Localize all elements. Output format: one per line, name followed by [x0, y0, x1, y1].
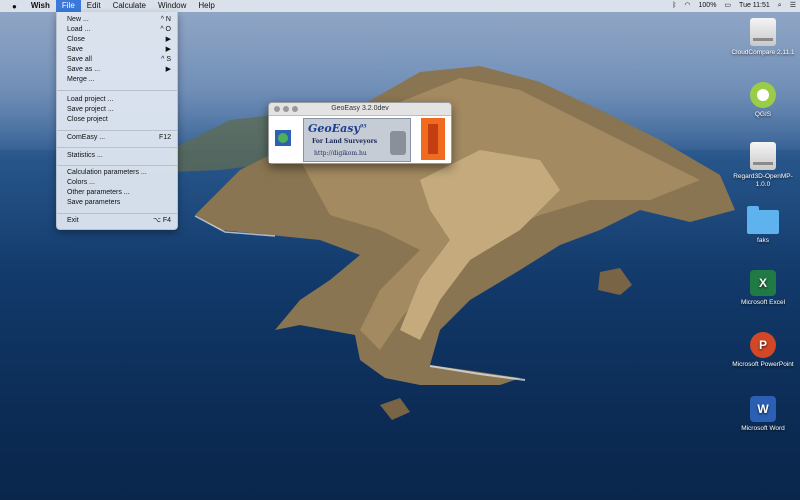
menu-help[interactable]: Help	[192, 0, 220, 12]
menu-item-new[interactable]: New ... ^ N	[67, 15, 171, 25]
close-window-button[interactable]	[274, 106, 280, 112]
menu-item-save-as[interactable]: Save as ... ▶	[67, 65, 171, 75]
menu-item-load-project[interactable]: Load project ...	[67, 95, 171, 105]
menu-item-comeasy[interactable]: ComEasy ... F12	[67, 133, 171, 143]
brand-tagline: For Land Surveyors	[312, 138, 378, 145]
desktop-icon-faks[interactable]: faks	[731, 206, 795, 245]
geoeasy-splash-window: GeoEasy 3.2.0dev GeoEasy95 For Land Surv…	[268, 102, 452, 164]
qgis-icon	[750, 82, 776, 108]
menu-separator	[57, 165, 177, 166]
desktop-icon-regard3d[interactable]: Regard3D-OpenMP-1.0.0	[731, 142, 795, 189]
menu-separator	[57, 130, 177, 131]
menu-item-save[interactable]: Save ▶	[67, 45, 171, 55]
clock[interactable]: Tue 11:51	[735, 0, 774, 12]
menu-wish[interactable]: Wish	[25, 0, 56, 12]
menu-separator	[57, 147, 177, 148]
digikom-logo-icon	[421, 118, 445, 160]
window-title: GeoEasy 3.2.0dev	[331, 105, 389, 112]
powerpoint-icon: P	[750, 332, 776, 358]
menu-edit[interactable]: Edit	[81, 0, 107, 12]
disk-icon	[750, 142, 776, 170]
menu-item-statistics[interactable]: Statistics ...	[67, 151, 171, 161]
file-menu: New ... ^ N Load ... ^ O Close ▶ Save ▶ Save…	[56, 12, 178, 230]
desktop-icon-word[interactable]: W Microsoft Word	[731, 396, 795, 433]
desktop-icon-qgis[interactable]: QGIS	[731, 82, 795, 119]
battery-icon[interactable]: ▭	[720, 0, 735, 12]
wifi-icon[interactable]: ◠	[680, 0, 694, 12]
surveyor-icon	[390, 131, 406, 155]
menu-calculate[interactable]: Calculate	[107, 0, 152, 12]
menu-item-colors[interactable]: Colors ...	[67, 178, 171, 188]
spotlight-search-icon[interactable]: ⌕	[774, 0, 786, 12]
menu-item-save-parameters[interactable]: Save parameters	[67, 198, 171, 208]
status-area: ᛒ ◠ 100% ▭ Tue 11:51 ⌕ ☰	[668, 0, 800, 12]
word-icon: W	[750, 396, 776, 422]
menu-item-merge[interactable]: Merge ...	[67, 75, 171, 85]
menu-item-exit[interactable]: Exit ⌥ F4	[67, 216, 171, 226]
menu-bar: ● Wish File Edit Calculate Window Help ᛒ…	[0, 0, 800, 12]
menu-item-load[interactable]: Load ... ^ O	[67, 25, 171, 35]
menu-item-calculation-parameters[interactable]: Calculation parameters ...	[67, 168, 171, 178]
menu-item-close[interactable]: Close ▶	[67, 35, 171, 45]
desktop-icon-powerpoint[interactable]: P Microsoft PowerPoint	[731, 332, 795, 369]
notification-list-icon[interactable]: ☰	[786, 0, 800, 12]
battery-percent[interactable]: 100%	[695, 0, 721, 12]
zoom-window-button[interactable]	[292, 106, 298, 112]
apple-menu-icon[interactable]: ●	[0, 2, 25, 11]
desktop-icon-cloudcompare[interactable]: CloudCompare 2.11.1	[731, 18, 795, 57]
minimize-window-button[interactable]	[283, 106, 289, 112]
desktop-icon-excel[interactable]: X Microsoft Excel	[731, 270, 795, 307]
menu-item-save-project[interactable]: Save project ...	[67, 105, 171, 115]
window-titlebar: GeoEasy 3.2.0dev	[269, 103, 451, 116]
menu-item-save-all[interactable]: Save all ^ S	[67, 55, 171, 65]
disk-icon	[750, 18, 776, 46]
menu-separator	[57, 213, 177, 214]
menu-separator	[57, 90, 177, 91]
geoeasy-banner: GeoEasy95 For Land Surveyors http://digi…	[303, 118, 411, 162]
folder-icon	[747, 206, 779, 234]
menu-file[interactable]: File	[55, 0, 81, 12]
menu-window[interactable]: Window	[152, 0, 192, 12]
brand-url: http://digikom.hu	[314, 150, 367, 157]
bluetooth-icon[interactable]: ᛒ	[668, 0, 680, 12]
splash-content: GeoEasy95 For Land Surveyors http://digi…	[269, 116, 451, 163]
menu-item-other-parameters[interactable]: Other parameters ...	[67, 188, 171, 198]
menu-item-close-project[interactable]: Close project	[67, 115, 171, 125]
brand-name: GeoEasy95	[308, 122, 367, 135]
globe-logo-icon	[275, 130, 291, 146]
excel-icon: X	[750, 270, 776, 296]
